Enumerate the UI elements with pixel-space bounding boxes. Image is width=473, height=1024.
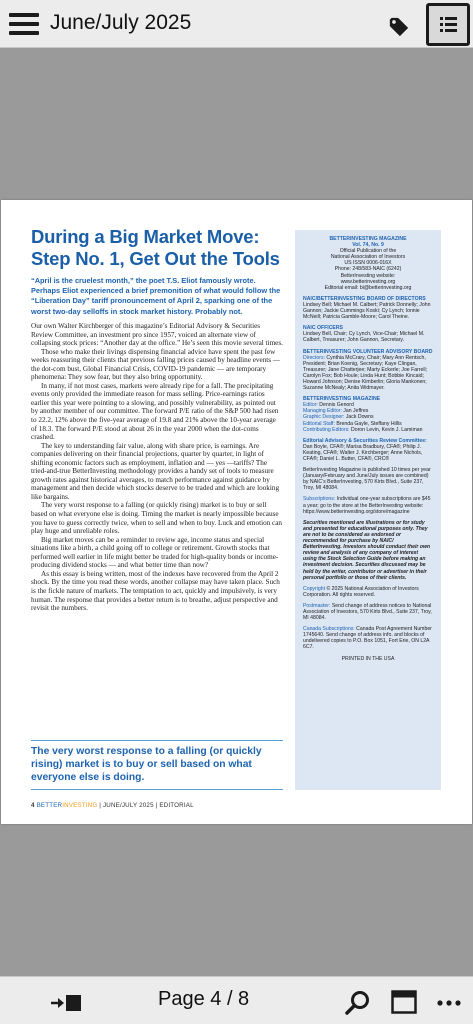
body-paragraph: The key to understanding fair value, alo… — [31, 441, 280, 501]
more-options-icon[interactable] — [436, 999, 462, 1007]
article-body: Our own Walter Kirchberger of this magaz… — [31, 322, 283, 613]
tag-icon[interactable] — [388, 16, 410, 38]
volunteer-label: Directors: — [303, 354, 325, 361]
hamburger-menu-icon[interactable] — [9, 11, 40, 37]
officers-text: Lindsey Bell, Chair; Cy Lynch, Vice-Chai… — [303, 331, 425, 344]
article-headline: During a Big Market Move: Step No. 1, Ge… — [31, 226, 280, 269]
page-indicator[interactable]: Page 4 / 8 — [158, 988, 249, 1011]
committee-text: Dan Boyle, CFA®; Marisa Bradbury, CFA®; … — [303, 443, 423, 462]
footer-brand-investing: INVESTING — [62, 802, 98, 809]
printed-in-usa: PRINTED IN THE USA — [341, 655, 395, 662]
table-of-contents-icon[interactable] — [426, 3, 470, 46]
page-footer: 4 BETTERINVESTING | JUNE/JULY 2025 | EDI… — [31, 802, 194, 809]
footer-issue-section: | JUNE/JULY 2025 | EDITORIAL — [97, 802, 194, 809]
go-to-first-page-icon[interactable] — [50, 994, 82, 1012]
volunteer-text: Cynthia McCrary, Chair; Mary Ann Rentsch… — [303, 354, 428, 392]
board-text: Lindsey Bell; Michael M. Calbert; Patric… — [303, 301, 431, 321]
body-paragraph: Big market moves can be a reminder to re… — [31, 535, 279, 570]
published-text: BetterInvesting Magazine is published 10… — [303, 467, 431, 492]
masthead-sidebar: BETTERINVESTING MAGAZINE Vol. 74, No. 9 … — [295, 230, 441, 790]
copyright-label: Copyright — [303, 585, 326, 592]
bottom-toolbar: Page 4 / 8 — [0, 976, 473, 1024]
canada-label: Canada Subscriptions: — [303, 626, 355, 633]
subscriptions-label: Subscriptions: — [303, 496, 336, 503]
top-toolbar: June/July 2025 — [0, 0, 473, 48]
disclaimer-text: Securities mentioned are illustrations o… — [303, 519, 431, 581]
body-paragraph: In many, if not most cases, markets were… — [31, 381, 279, 442]
postmaster-label: Postmaster: — [303, 602, 331, 609]
body-paragraph: As this essay is being written, most of … — [31, 569, 280, 613]
document-title: June/July 2025 — [50, 11, 192, 34]
view-mode-icon[interactable] — [391, 990, 417, 1014]
body-paragraph: The very worst response to a falling (or… — [31, 501, 283, 536]
document-page[interactable]: During a Big Market Move: Step No. 1, Ge… — [1, 200, 472, 824]
body-paragraph: Our own Walter Kirchberger of this magaz… — [31, 322, 283, 348]
staff-line: Contributing Editors: Doron Levin, Kevin… — [303, 426, 423, 433]
masthead-line: Editorial email: bi@betterinvesting.org — [324, 284, 412, 291]
pull-quote: The very worst response to a falling (or… — [31, 740, 283, 790]
search-icon[interactable] — [345, 990, 371, 1016]
article-deck: “April is the cruelest month,” the poet … — [31, 276, 281, 316]
body-paragraph: Those who make their livings dispensing … — [31, 347, 281, 382]
footer-page-number: 4 — [31, 802, 35, 809]
footer-brand-better: BETTER — [36, 802, 63, 809]
